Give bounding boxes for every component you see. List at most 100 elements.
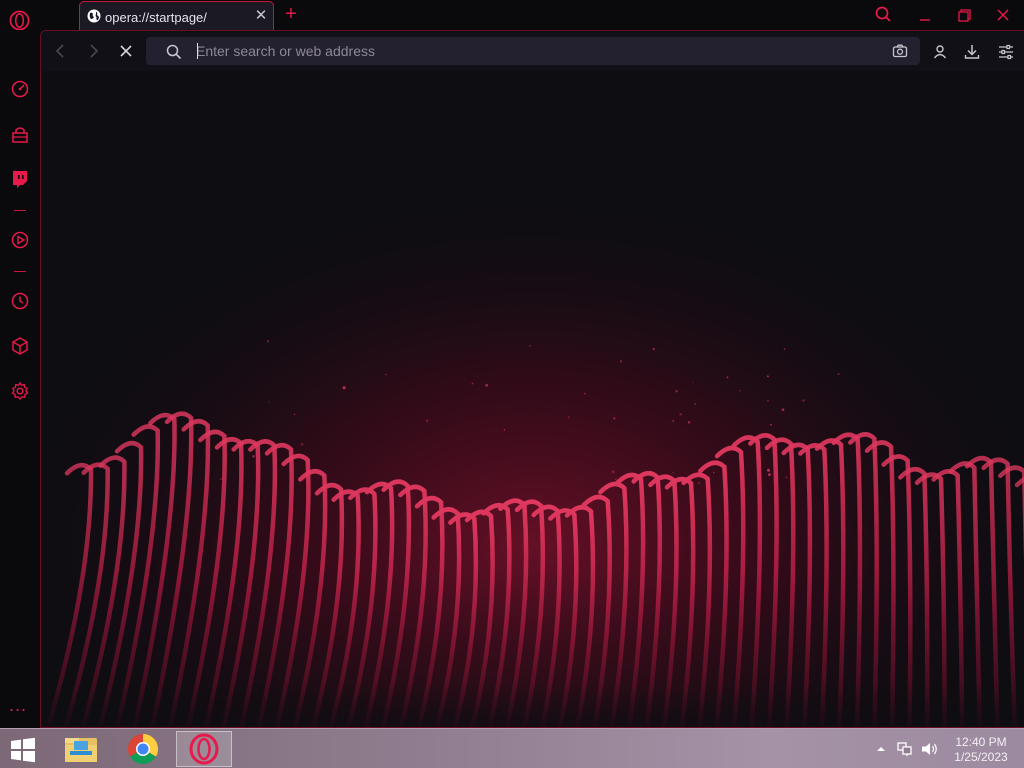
spark-particle [802,399,805,402]
spark-particle [342,386,346,390]
spark-particle [652,347,656,351]
spark-particle [783,348,786,351]
spark-particle [726,376,729,379]
speed-dial-icon[interactable] [10,79,30,99]
network-icon[interactable] [897,741,915,757]
taskbar-file-explorer[interactable] [53,731,109,767]
windows-start-icon[interactable] [8,737,38,763]
taskbar-chrome[interactable] [115,731,171,767]
spark-particle [220,478,222,480]
spark-particle [739,390,741,392]
history-icon[interactable] [10,291,30,311]
show-hidden-icons-icon[interactable] [876,745,886,753]
shopping-bag-icon[interactable] [10,125,30,145]
sidebar-divider [14,210,26,211]
close-icon [997,9,1009,21]
spark-particle [426,419,429,422]
minimize-icon [920,19,930,21]
system-clock[interactable]: 12:40 PM 1/25/2023 [948,735,1014,765]
search-icon [875,6,891,22]
spark-particle [336,485,339,488]
sidebar-more-button[interactable]: ... [9,696,31,714]
spark-particle [698,481,701,484]
spark-particle [615,478,617,480]
spark-particle [567,416,570,419]
minimize-button[interactable] [912,4,938,26]
spark-particle [792,443,795,446]
spark-particle [767,399,769,402]
navigation-toolbar [41,31,1024,71]
camera-icon[interactable] [892,43,908,59]
tab-title: opera://startpage/ [105,10,207,25]
restore-button[interactable] [951,4,977,26]
spark-particle [767,468,770,472]
spark-particle [766,375,769,378]
globe-icon [87,9,101,23]
sidebar: ... [0,30,40,728]
spark-particle [687,421,691,424]
tab-bar: opera://startpage/ ✕ + [0,0,1024,31]
opera-gx-window: opera://startpage/ ✕ + ... Enter search … [0,0,1024,768]
spark-particle [266,340,270,343]
twitch-icon[interactable] [10,169,30,189]
search-tabs-button[interactable] [871,4,897,26]
spark-particle [300,442,304,446]
text-caret [197,43,198,59]
clock-time: 12:40 PM [955,735,1007,749]
spark-particle [672,420,675,422]
forward-icon[interactable] [82,41,104,61]
spark-particle [713,471,715,474]
spark-particle [613,417,616,420]
new-tab-button[interactable]: + [282,3,300,25]
player-icon[interactable] [10,230,30,250]
tab-close-button[interactable]: ✕ [254,8,268,24]
restore-icon [958,9,971,22]
spark-particle [584,392,586,395]
opera-menu-icon[interactable] [9,10,30,31]
download-icon[interactable] [963,43,981,61]
spark-particle [792,461,794,463]
chrome-icon [127,734,159,765]
spark-particle [293,413,295,415]
spark-particle [529,345,531,347]
spark-particle [268,401,270,403]
spark-particle [611,470,615,474]
file-explorer-icon [65,738,97,762]
spark-particle [631,478,634,481]
settings-gear-icon[interactable] [10,381,30,401]
spark-particle [781,408,785,412]
spark-particle [769,423,772,426]
volume-icon[interactable] [921,741,939,757]
spark-particle [485,383,489,387]
tab-startpage[interactable]: opera://startpage/ ✕ [79,1,274,31]
spark-particle [679,413,682,416]
extensions-cube-icon[interactable] [10,336,30,356]
search-icon [166,44,182,60]
spark-particle [692,381,694,383]
easy-setup-icon[interactable] [997,43,1015,61]
address-input[interactable] [196,41,876,61]
stop-loading-icon[interactable] [115,41,137,61]
back-icon[interactable] [50,41,72,61]
spark-particle [675,390,678,393]
spark-particle [837,372,840,376]
opera-icon [189,733,219,765]
spark-particle [252,455,255,458]
address-bar[interactable] [146,37,920,65]
profile-icon[interactable] [931,43,949,61]
spark-particle [785,476,788,479]
spark-particle [768,473,771,476]
gx-wave-wallpaper [41,71,1024,727]
spark-particle [385,373,387,376]
windows-taskbar: 12:40 PM 1/25/2023 [0,728,1024,768]
spark-particle [694,403,697,405]
browser-content-frame [40,30,1024,728]
spark-particle [471,382,474,385]
spark-particle [672,472,674,474]
close-window-button[interactable] [990,4,1016,26]
clock-date: 1/25/2023 [954,750,1008,764]
taskbar-opera-gx[interactable] [176,731,232,767]
sidebar-divider [14,271,26,272]
spark-particle [503,429,506,431]
spark-particle [619,360,623,363]
